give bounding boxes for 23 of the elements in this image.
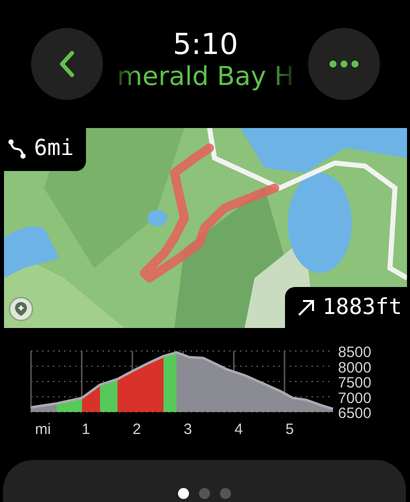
distance-text: 6mi — [34, 136, 74, 161]
route-icon — [8, 138, 26, 158]
y-tick-label: 7000 — [338, 390, 372, 407]
trail-title: merald Bay H — [117, 61, 294, 93]
y-tick-label: 6500 — [338, 405, 372, 422]
more-icon — [328, 60, 359, 68]
x-tick-label: 5 — [285, 421, 294, 438]
x-tick-label: 4 — [234, 421, 243, 438]
y-tick-label: 7500 — [338, 374, 372, 392]
page-dot[interactable] — [178, 488, 189, 499]
page-dot[interactable] — [199, 488, 210, 499]
x-tick-label: 1 — [82, 421, 90, 438]
x-tick-label: 3 — [184, 421, 192, 438]
locate-icon[interactable] — [8, 296, 34, 322]
time: 5:10 — [172, 27, 238, 61]
x-tick-label: 2 — [132, 421, 142, 438]
elevation-gain-text: 1883ft — [322, 295, 402, 320]
y-tick-label: 8000 — [338, 359, 372, 376]
page-dot[interactable] — [220, 488, 231, 499]
back-icon — [59, 50, 75, 78]
y-tick-label: 8500 — [338, 344, 372, 361]
arrow-icon — [296, 298, 315, 316]
x-unit-label: mi — [35, 421, 51, 438]
